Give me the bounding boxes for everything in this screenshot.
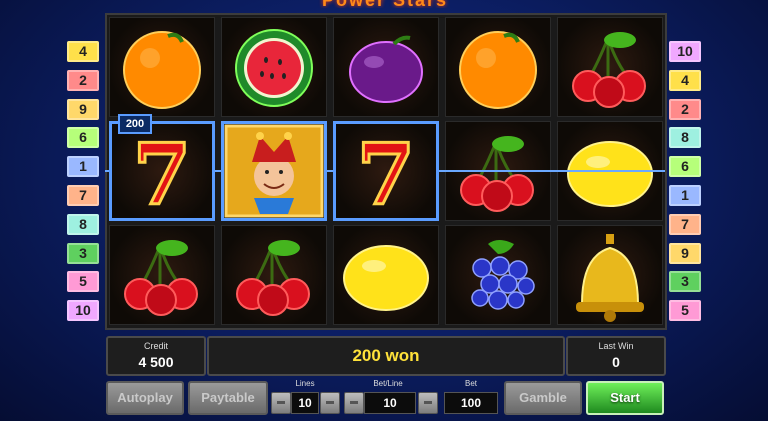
payline-number-8: 8 bbox=[669, 127, 701, 149]
payline-number-7: 7 bbox=[669, 213, 701, 235]
gamble-button[interactable]: Gamble bbox=[504, 381, 582, 415]
lines-label: Lines bbox=[295, 379, 315, 388]
autoplay-button[interactable]: Autoplay bbox=[106, 381, 184, 415]
payline-number-7: 7 bbox=[67, 185, 99, 206]
credit-label: Credit bbox=[143, 341, 168, 351]
payline-number-10: 10 bbox=[67, 300, 99, 322]
last-win-value: 0 bbox=[612, 354, 620, 370]
payline-number-1: 1 bbox=[67, 156, 99, 178]
payline-number-8: 8 bbox=[67, 213, 99, 235]
payline-number-2: 2 bbox=[67, 69, 99, 91]
lines-decrease-button[interactable] bbox=[271, 392, 291, 414]
lines-increase-button[interactable] bbox=[320, 392, 340, 414]
bet-per-line-label: Bet/Line bbox=[373, 379, 403, 388]
reel-symbol-cherries bbox=[221, 225, 327, 325]
svg-text:7: 7 bbox=[133, 125, 191, 220]
last-win-panel: Last Win 0 bbox=[566, 336, 666, 376]
reel-symbol-joker bbox=[221, 121, 327, 221]
payline-number-6: 6 bbox=[669, 156, 701, 178]
reel-symbol-plum bbox=[333, 17, 439, 117]
payline-number-5: 5 bbox=[67, 271, 99, 293]
game-title: Power Stars bbox=[225, 0, 545, 8]
payline-number-10: 10 bbox=[669, 41, 701, 62]
start-button[interactable]: Start bbox=[586, 381, 664, 415]
bet-per-line-increase-button[interactable] bbox=[418, 392, 438, 414]
reel-symbol-orange bbox=[109, 17, 215, 117]
win-amount-tag: 200 bbox=[118, 114, 152, 134]
reel-symbol-cherries bbox=[557, 17, 663, 117]
bet-label: Bet bbox=[464, 379, 477, 388]
paytable-button[interactable]: Paytable bbox=[188, 381, 268, 415]
message-panel: 200 won bbox=[207, 336, 565, 376]
payline-number-2: 2 bbox=[669, 98, 701, 120]
reel-symbol-bell bbox=[557, 225, 663, 325]
payline-number-5: 5 bbox=[669, 300, 701, 322]
credit-panel: Credit 4 500 bbox=[106, 336, 206, 376]
payline-number-4: 4 bbox=[669, 69, 701, 91]
bet-value: 100 bbox=[444, 392, 498, 414]
last-win-label: Last Win bbox=[598, 341, 634, 351]
credit-value: 4 500 bbox=[138, 354, 174, 370]
svg-text:7: 7 bbox=[357, 125, 415, 220]
win-message: 200 won bbox=[352, 346, 420, 365]
payline-number-3: 3 bbox=[67, 242, 99, 264]
payline-number-6: 6 bbox=[67, 127, 99, 149]
reel-symbol-orange bbox=[445, 17, 551, 117]
payline-number-1: 1 bbox=[669, 185, 701, 206]
payline-number-3: 3 bbox=[669, 271, 701, 293]
reel-symbol-seven: 7 bbox=[333, 121, 439, 221]
reel-symbol-cherries bbox=[109, 225, 215, 325]
reel-symbol-watermelon bbox=[221, 17, 327, 117]
reel-symbol-seven: 7 bbox=[109, 121, 215, 221]
lines-value: 10 bbox=[291, 392, 319, 414]
payline-number-9: 9 bbox=[669, 242, 701, 264]
payline-number-4: 4 bbox=[67, 41, 99, 62]
payline-number-9: 9 bbox=[67, 98, 99, 120]
reel-symbol-lemon bbox=[333, 225, 439, 325]
bet-per-line-value: 10 bbox=[364, 392, 416, 414]
reel-symbol-grapes bbox=[445, 225, 551, 325]
bet-per-line-decrease-button[interactable] bbox=[344, 392, 364, 414]
